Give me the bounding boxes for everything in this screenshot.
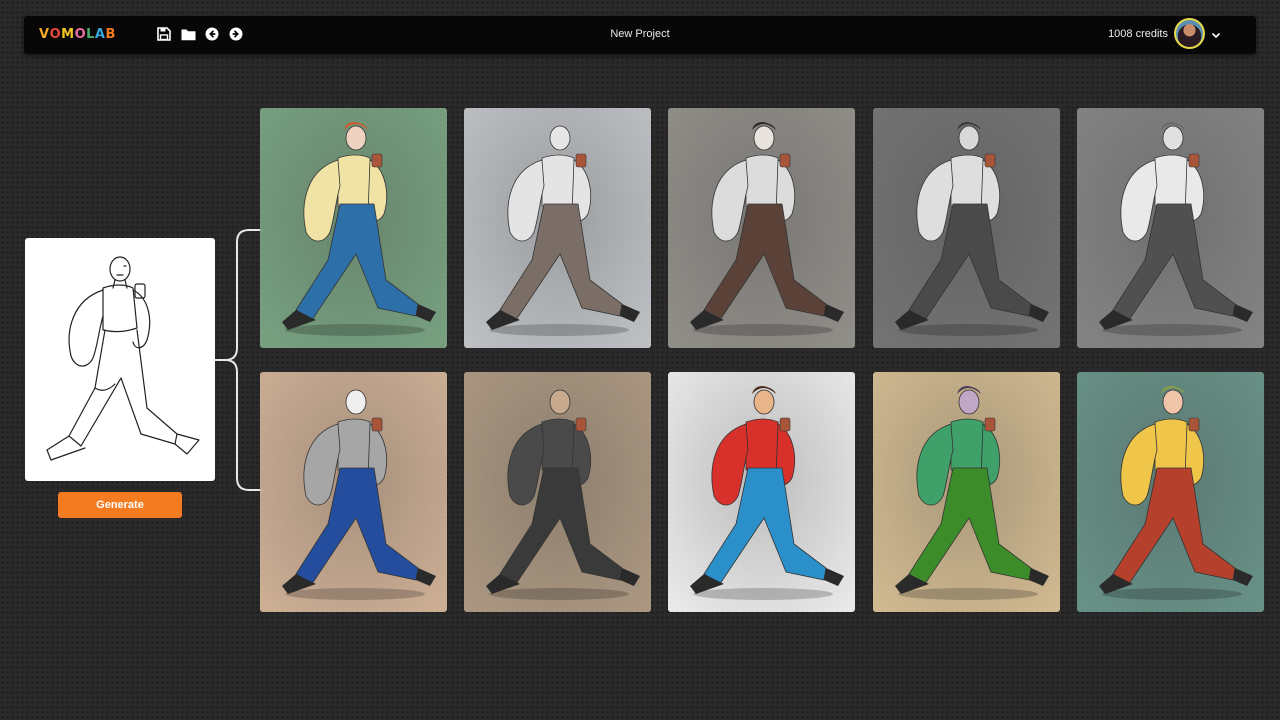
result-image [260,108,447,348]
result-grey-mannequin[interactable] [464,108,651,348]
source-sketch-card[interactable] [25,238,215,481]
logo-letter: L [86,27,95,42]
top-bar: VOMOLAB New Project 1008 credits [24,16,1256,54]
save-icon[interactable] [156,26,172,42]
toolbar [156,26,244,42]
avatar[interactable] [1174,18,1205,49]
result-image [873,108,1060,348]
result-brown-bearded[interactable] [668,108,855,348]
result-image [668,108,855,348]
result-image [668,372,855,612]
connector-bracket [215,229,263,491]
credits-count: 1008 credits [1108,28,1168,40]
result-teal-camera[interactable] [1077,372,1264,612]
source-sketch-image [46,256,200,461]
results-grid [260,108,1264,612]
logo-letter: A [94,27,106,42]
project-title[interactable]: New Project [610,28,669,40]
logo-letter: B [105,27,116,42]
result-green-redhead[interactable] [260,108,447,348]
redo-icon[interactable] [228,26,244,42]
result-image [1077,372,1264,612]
result-pattern-red[interactable] [668,372,855,612]
result-image [1077,108,1264,348]
result-green-purple[interactable] [873,372,1060,612]
result-dark-trees[interactable] [464,372,651,612]
logo-letter: O [74,27,87,42]
result-image [260,372,447,612]
result-image [464,108,651,348]
result-sketch-longhair[interactable] [873,108,1060,348]
result-image [873,372,1060,612]
result-image [464,372,651,612]
undo-icon[interactable] [204,26,220,42]
vomolab-logo[interactable]: VOMOLAB [39,27,116,42]
avatar-image [1176,20,1203,47]
logo-letter: O [49,27,62,42]
result-tan-blue[interactable] [260,372,447,612]
logo-letter: V [39,27,50,42]
logo-letter: M [61,27,75,42]
chevron-down-icon[interactable] [1210,28,1222,40]
generate-button[interactable]: Generate [58,492,182,518]
result-grey-bearded[interactable] [1077,108,1264,348]
folder-icon[interactable] [180,26,196,42]
